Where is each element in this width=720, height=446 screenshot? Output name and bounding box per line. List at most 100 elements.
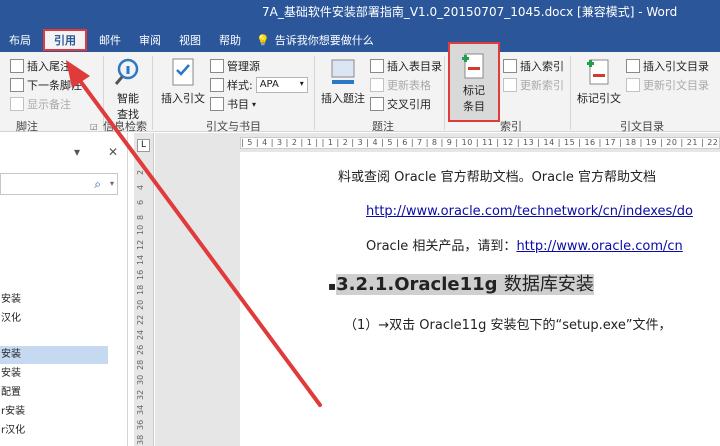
- vertical-ruler-number: 22: [136, 314, 145, 325]
- manage-sources-button[interactable]: 管理源: [210, 57, 260, 75]
- insert-table-of-figures-label: 插入表目录: [387, 60, 442, 73]
- citation-style-control: 样式: APA ▾: [210, 76, 308, 94]
- tab-references[interactable]: 引用: [43, 29, 87, 51]
- window-title: 7A_基础软件安装部署指南_V1.0_20150707_1045.docx [兼…: [262, 5, 678, 19]
- vertical-ruler-number: 32: [136, 389, 145, 400]
- step-one-text: （1）→双击 Oracle11g 安装包下的“setup.exe”文件，: [344, 318, 672, 333]
- insert-toa-icon: [626, 59, 640, 73]
- footnotes-group-label: 脚注: [16, 120, 38, 133]
- mark-citation-button[interactable]: 标记引文: [575, 56, 623, 106]
- vertical-ruler-number: 36: [136, 419, 145, 430]
- document-page[interactable]: [240, 152, 720, 446]
- update-toa-icon: [626, 78, 640, 92]
- mark-citation-label: 标记引文: [577, 92, 621, 105]
- ribbon-separator: [570, 56, 571, 130]
- nav-search-box[interactable]: ⌕ ▾: [0, 173, 118, 195]
- citation-style-select[interactable]: APA ▾: [255, 77, 308, 93]
- chevron-down-icon[interactable]: ▾: [110, 179, 114, 188]
- lightbulb-icon: 💡: [256, 33, 270, 47]
- footnotes-dialog-launcher[interactable]: ◲: [90, 122, 98, 131]
- nav-heading-item-selected[interactable]: 安装: [0, 346, 108, 364]
- update-toa-button[interactable]: 更新引文目录: [626, 76, 709, 94]
- vertical-ruler-number: 34: [136, 404, 145, 415]
- nav-heading-item[interactable]: 配置: [0, 384, 108, 402]
- oracle-docs-link[interactable]: http://www.oracle.com/technetwork/cn/ind…: [366, 204, 693, 219]
- body-text-prefix: Oracle 相关产品，请到：: [366, 239, 517, 254]
- insert-citation-icon: [172, 58, 194, 86]
- nav-heading-item[interactable]: 安装: [0, 365, 108, 383]
- mark-entry-label-2: 条目: [463, 100, 485, 113]
- nav-heading-item[interactable]: r汉化: [0, 422, 108, 440]
- ribbon-separator: [444, 56, 445, 130]
- tab-layout[interactable]: 布局: [0, 28, 40, 52]
- bibliography-button[interactable]: 书目 ▾: [210, 95, 256, 113]
- insert-citation-button[interactable]: 插入引文: [160, 56, 206, 106]
- oracle-cn-link[interactable]: http://www.oracle.com/cn: [516, 239, 682, 254]
- tab-selector-icon[interactable]: L: [137, 139, 150, 152]
- insert-caption-icon: [331, 59, 355, 84]
- update-index-button[interactable]: 更新索引: [503, 76, 564, 94]
- cross-reference-button[interactable]: 交叉引用: [370, 95, 431, 113]
- endnote-icon: [10, 59, 24, 73]
- vertical-ruler-number: 26: [136, 344, 145, 355]
- update-index-label: 更新索引: [520, 79, 564, 92]
- chevron-down-icon: ▾: [252, 99, 257, 109]
- style-label: 样式:: [227, 79, 253, 92]
- update-index-icon: [503, 78, 517, 92]
- table-of-figures-icon: [370, 59, 384, 73]
- close-icon[interactable]: ✕: [108, 145, 118, 159]
- mark-entry-label-1: 标记: [463, 84, 485, 97]
- update-table-button[interactable]: 更新表格: [370, 76, 431, 94]
- tab-mailings[interactable]: 邮件: [90, 28, 130, 52]
- insert-toa-label: 插入引文目录: [643, 60, 709, 73]
- vertical-ruler-number: 8: [136, 214, 145, 220]
- tab-review[interactable]: 审阅: [130, 28, 170, 52]
- nav-heading-item[interactable]: 安装: [0, 291, 108, 309]
- smart-lookup-button[interactable]: 智能 查找: [110, 56, 146, 122]
- index-group-label: 索引: [500, 120, 522, 133]
- heading-bullet: ▪: [328, 279, 337, 293]
- vertical-ruler-number: 20: [136, 299, 145, 310]
- horizontal-ruler: | 5 | 4 | 3 | 2 | 1 | | 1 | 2 | 3 | 4 | …: [240, 137, 720, 149]
- nav-pane-options-icon[interactable]: ▾: [74, 145, 80, 159]
- insert-index-icon: [503, 59, 517, 73]
- vertical-ruler-number: 14: [136, 254, 145, 265]
- tab-view[interactable]: 视图: [170, 28, 210, 52]
- search-icon[interactable]: ⌕: [94, 177, 101, 192]
- mark-entry-icon: [462, 53, 484, 79]
- vertical-ruler-number: 28: [136, 359, 145, 370]
- next-footnote-button[interactable]: 下一条脚注: [10, 76, 82, 94]
- style-icon: [210, 78, 224, 92]
- update-toa-label: 更新引文目录: [643, 79, 709, 92]
- body-text-line: Oracle 相关产品，请到：http://www.oracle.com/cn: [366, 235, 683, 254]
- heading-number: 3.2.1.Oracle11g 数据库安装: [336, 274, 594, 295]
- show-notes-button[interactable]: 显示备注: [10, 95, 71, 113]
- section-heading: ▪3.2.1.Oracle11g 数据库安装: [328, 270, 594, 296]
- title-bar: 7A_基础软件安装部署指南_V1.0_20150707_1045.docx [兼…: [0, 0, 720, 52]
- bibliography-label: 书目: [227, 98, 249, 111]
- insert-index-label: 插入索引: [520, 60, 564, 73]
- insert-index-button[interactable]: 插入索引: [503, 57, 564, 75]
- manage-sources-label: 管理源: [227, 60, 260, 73]
- insert-citation-label: 插入引文: [161, 92, 205, 105]
- nav-heading-item[interactable]: r安装: [0, 403, 108, 421]
- vertical-ruler-number: 30: [136, 374, 145, 385]
- mark-entry-button[interactable]: 标记 条目: [448, 42, 500, 122]
- captions-group-label: 题注: [372, 120, 394, 133]
- insert-endnote-button[interactable]: 插入尾注: [10, 57, 71, 75]
- insert-table-of-figures-button[interactable]: 插入表目录: [370, 57, 442, 75]
- smart-lookup-label-1: 智能: [117, 92, 139, 105]
- vertical-ruler-number: 24: [136, 329, 145, 340]
- insert-endnote-label: 插入尾注: [27, 60, 71, 73]
- nav-heading-item[interactable]: 汉化: [0, 310, 108, 328]
- ribbon-separator: [152, 56, 153, 130]
- cross-reference-label: 交叉引用: [387, 98, 431, 111]
- citation-style-value: APA: [259, 79, 279, 90]
- vertical-ruler-number: 38: [136, 434, 145, 445]
- insert-toa-button[interactable]: 插入引文目录: [626, 57, 709, 75]
- ribbon-tabs: 布局 引用 邮件 审阅 视图 帮助 💡 告诉我你想要做什么: [0, 28, 374, 52]
- vertical-ruler-number: 10: [136, 224, 145, 235]
- tell-me-box[interactable]: 💡 告诉我你想要做什么: [250, 28, 374, 52]
- tab-help[interactable]: 帮助: [210, 28, 250, 52]
- insert-caption-button[interactable]: 插入题注: [320, 56, 366, 106]
